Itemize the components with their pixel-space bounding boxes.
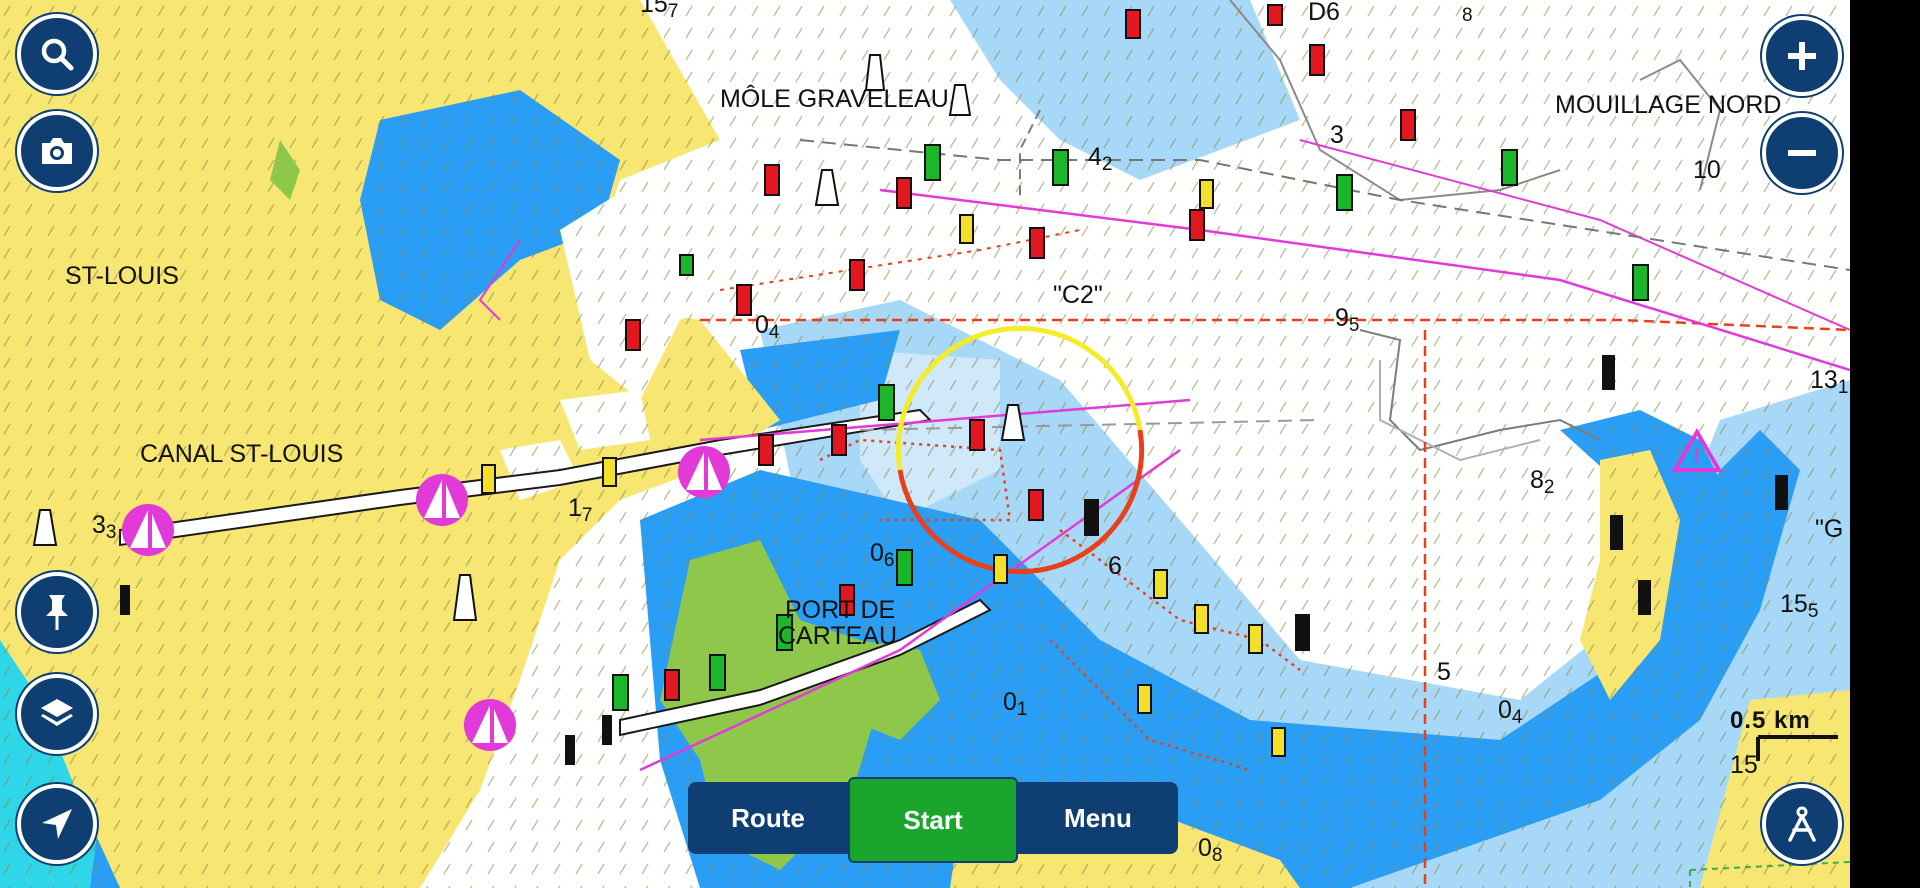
label-port-de-carteau-line2: CARTEAU xyxy=(778,622,898,650)
minus-icon xyxy=(1788,150,1816,156)
search-button[interactable] xyxy=(17,14,97,94)
sounding: 17 xyxy=(568,494,593,526)
menu-button[interactable]: Menu xyxy=(1018,782,1178,854)
navigation-arrow-icon xyxy=(42,809,72,839)
search-icon xyxy=(41,38,74,71)
compass-person-button[interactable] xyxy=(1762,784,1842,864)
label-canal-st-louis: CANAL ST-LOUIS xyxy=(140,440,344,468)
svg-text:!: ! xyxy=(1693,444,1700,469)
sounding: 10 xyxy=(1693,156,1721,184)
label-d6-marker: D6 xyxy=(1308,0,1340,26)
sounding: 33 xyxy=(92,511,117,543)
label-c2-marker: "C2" xyxy=(1053,281,1103,309)
sounding: 6 xyxy=(1108,552,1122,580)
sounding: 157 xyxy=(640,0,679,22)
scale-bar-label: 0.5 km xyxy=(1730,707,1811,734)
nautical-chart[interactable]: ! MÔLE GRAVELEAU MOUILLAGE NORD ST-LOUIS… xyxy=(0,0,1850,888)
sounding: 08 xyxy=(1198,834,1223,866)
label-mole-graveleau: MÔLE GRAVELEAU xyxy=(720,85,949,113)
label-st-louis: ST-LOUIS xyxy=(65,262,179,290)
pin-button[interactable] xyxy=(17,572,97,652)
label-port-de-carteau-line1: PORT DE xyxy=(785,596,896,624)
label-g-marker: "G xyxy=(1815,515,1844,543)
scale-bar-line xyxy=(1756,735,1838,761)
zoom-in-button[interactable] xyxy=(1762,16,1842,96)
bottom-action-bar: Route Start Menu xyxy=(688,777,1178,863)
plus-icon xyxy=(1788,42,1816,70)
pin-icon xyxy=(46,595,68,630)
layers-icon xyxy=(41,699,73,726)
scale-bar: 0.5 km xyxy=(1730,707,1840,761)
sounding: 155 xyxy=(1780,590,1819,622)
sounding: 131 xyxy=(1810,366,1849,398)
sounding: 42 xyxy=(1088,143,1113,175)
layers-button[interactable] xyxy=(17,674,97,754)
navigation-arrow-button[interactable] xyxy=(17,784,97,864)
sounding: 01 xyxy=(1003,688,1028,720)
camera-button[interactable] xyxy=(17,111,97,191)
sounding: 06 xyxy=(870,539,895,571)
sounding: 95 xyxy=(1335,304,1360,336)
start-button[interactable]: Start xyxy=(848,777,1018,863)
route-button[interactable]: Route xyxy=(688,782,848,854)
sounding: 04 xyxy=(1498,696,1523,728)
sounding: 04 xyxy=(755,311,780,343)
zoom-out-button[interactable] xyxy=(1762,113,1842,193)
camera-icon xyxy=(42,138,72,164)
sounding: 5 xyxy=(1437,658,1451,686)
label-mouillage-nord: MOUILLAGE NORD xyxy=(1555,91,1782,119)
compass-person-icon xyxy=(1788,806,1816,842)
sounding: 8 xyxy=(1462,5,1473,26)
sounding: 82 xyxy=(1530,466,1555,498)
sounding: 3 xyxy=(1330,121,1344,149)
